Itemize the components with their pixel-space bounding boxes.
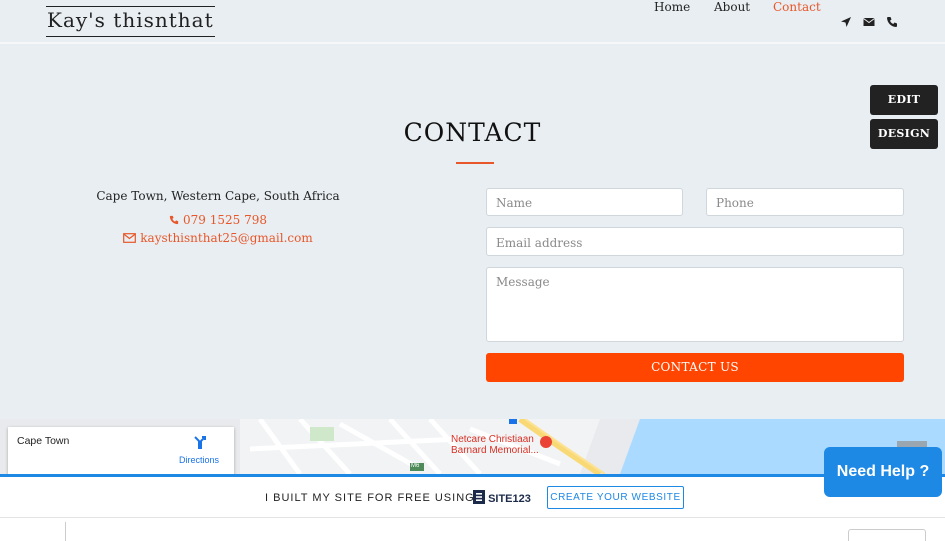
section-title: CONTACT bbox=[403, 118, 542, 147]
envelope-icon[interactable] bbox=[863, 16, 875, 28]
location-arrow-icon[interactable] bbox=[840, 16, 852, 28]
nav-contact[interactable]: Contact bbox=[773, 0, 821, 14]
bottom-strip bbox=[0, 517, 945, 541]
site123-logo-icon bbox=[473, 490, 485, 504]
site123-logo[interactable]: SITE123 bbox=[473, 490, 531, 506]
poi-line-2: Barnard Memorial... bbox=[451, 445, 539, 456]
directions-link[interactable]: Directions bbox=[179, 455, 219, 465]
message-placeholder: Message bbox=[496, 275, 550, 289]
name-placeholder: Name bbox=[496, 196, 533, 210]
message-textarea[interactable]: Message bbox=[486, 267, 904, 342]
site-logo[interactable]: Kay's thisnthat bbox=[46, 6, 215, 37]
contact-submit-button[interactable]: CONTACT US bbox=[486, 353, 904, 382]
envelope-icon bbox=[123, 233, 137, 243]
need-help-button[interactable]: Need Help ? bbox=[824, 447, 942, 497]
phone-input[interactable]: Phone bbox=[706, 188, 904, 216]
email-input[interactable]: Email address bbox=[486, 227, 904, 256]
phone-placeholder: Phone bbox=[716, 196, 754, 210]
site123-brand: SITE123 bbox=[488, 493, 531, 505]
site-header: Kay's thisnthat Home About Contact bbox=[0, 0, 945, 44]
embedded-map[interactable]: Cape Town Directions Netcare Christiaan … bbox=[0, 419, 945, 474]
directions-icon[interactable] bbox=[193, 435, 207, 449]
nav-about[interactable]: About bbox=[714, 0, 750, 14]
email-placeholder: Email address bbox=[496, 236, 583, 250]
poi-line-1: Netcare Christiaan bbox=[451, 434, 534, 445]
contact-phone-row[interactable]: 079 1525 798 bbox=[0, 213, 436, 227]
road-badge: M6 bbox=[411, 463, 420, 469]
nav-home[interactable]: Home bbox=[654, 0, 690, 14]
contact-email[interactable]: kaysthisnthat25@gmail.com bbox=[140, 231, 312, 245]
map-place-name: Cape Town bbox=[17, 435, 70, 447]
banner-text: I BUILT MY SITE FOR FREE USING bbox=[265, 492, 475, 504]
map-place-card: Cape Town Directions bbox=[8, 427, 234, 474]
contact-phone[interactable]: 079 1525 798 bbox=[183, 213, 267, 227]
site123-banner: I BUILT MY SITE FOR FREE USING SITE123 C… bbox=[0, 474, 945, 517]
divider bbox=[65, 522, 66, 541]
phone-icon bbox=[169, 215, 179, 225]
partial-button[interactable] bbox=[848, 529, 926, 541]
contact-address: Cape Town, Western Cape, South Africa bbox=[96, 189, 340, 203]
contact-email-row[interactable]: kaysthisnthat25@gmail.com bbox=[0, 231, 436, 245]
name-input[interactable]: Name bbox=[486, 188, 683, 216]
phone-icon[interactable] bbox=[886, 16, 898, 28]
create-website-button[interactable]: CREATE YOUR WEBSITE bbox=[547, 486, 684, 509]
edit-button[interactable]: EDIT bbox=[870, 85, 938, 115]
title-underline bbox=[456, 162, 494, 164]
map-poi-label[interactable]: Netcare Christiaan Barnard Memorial... bbox=[451, 434, 539, 456]
